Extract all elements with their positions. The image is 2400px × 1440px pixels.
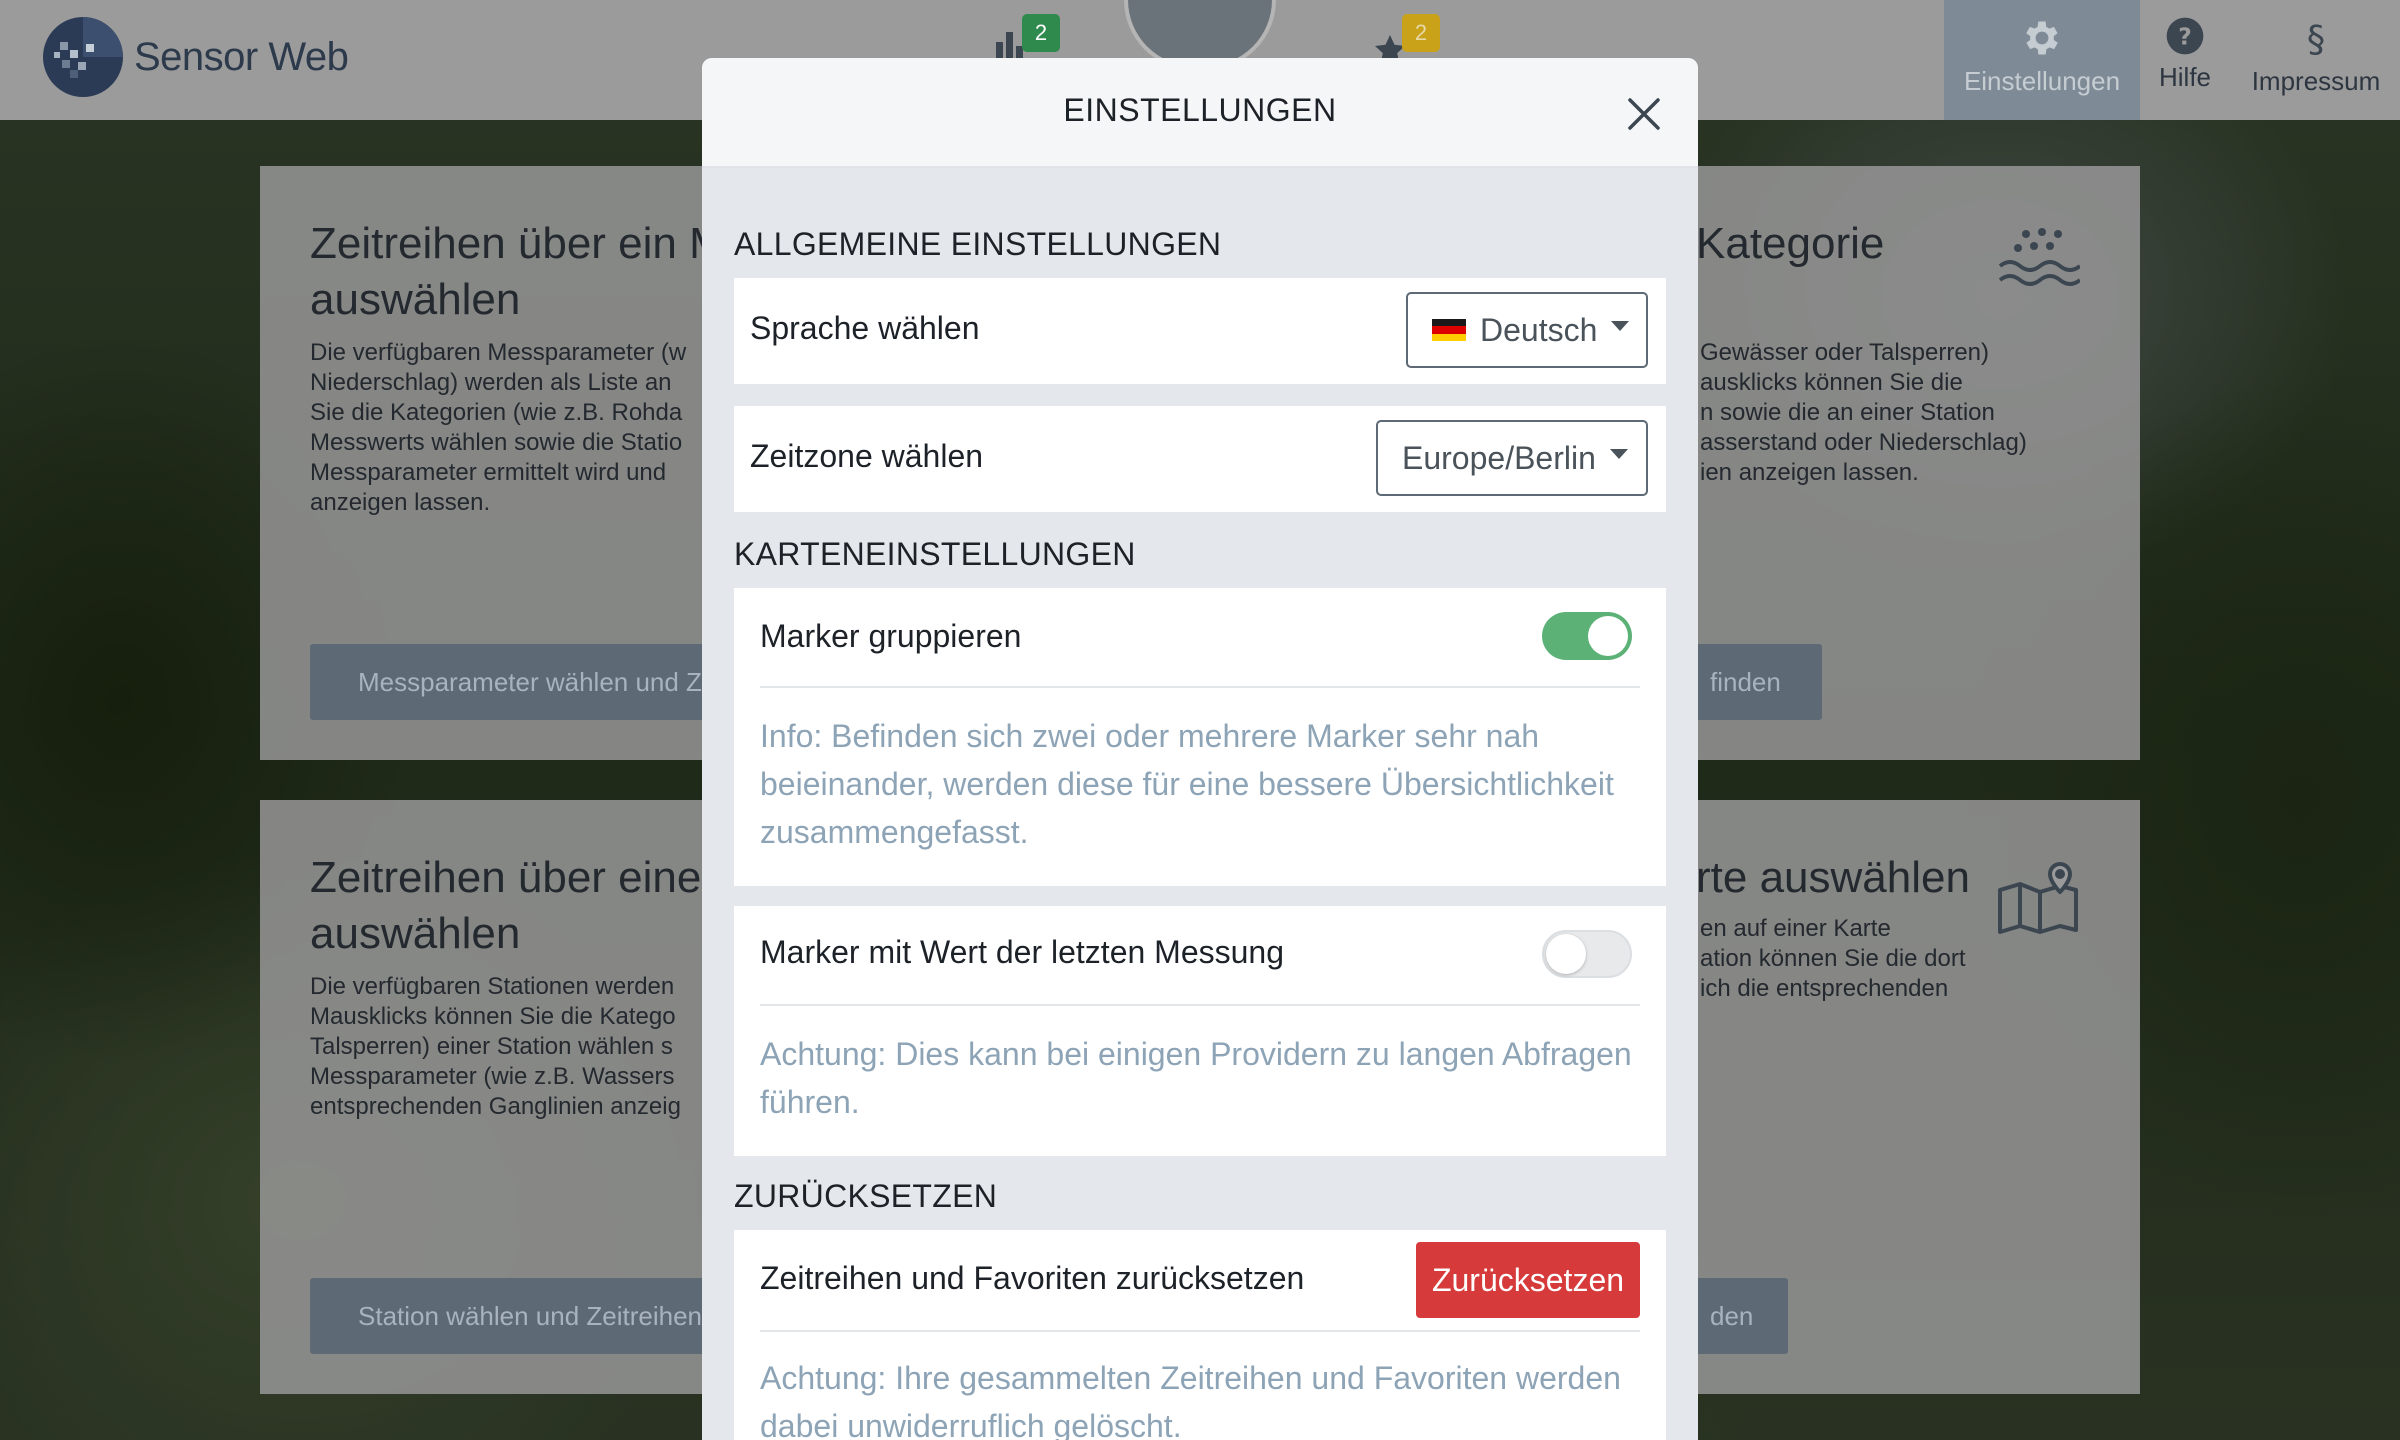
modal-header: EINSTELLUNGEN: [702, 58, 1698, 168]
card-description-right: en auf einer Karte ation können Sie die …: [1700, 915, 1966, 1002]
last-value-toggle[interactable]: [1542, 930, 1632, 978]
map-settings-title: KARTENEINSTELLUNGEN: [734, 536, 1136, 572]
chevron-down-icon: [1609, 449, 1628, 459]
language-label: Sprache wählen: [750, 310, 980, 346]
close-icon[interactable]: [1624, 94, 1664, 134]
nav-hilfe[interactable]: ? Hilfe: [2140, 0, 2230, 120]
timezone-select[interactable]: Europe/Berlin: [1376, 420, 1648, 496]
last-value-info: Achtung: Dies kann bei einigen Providern…: [760, 1036, 1632, 1120]
water-rain-icon: [1998, 228, 2080, 286]
group-markers-toggle[interactable]: [1542, 612, 1632, 660]
timezone-label: Zeitzone wählen: [750, 438, 984, 474]
paragraph-icon: §: [2307, 17, 2325, 60]
language-value: Deutsch: [1480, 311, 1598, 348]
map-marker-icon: [1998, 862, 2078, 934]
nav-impressum-label: Impressum: [2251, 66, 2381, 96]
chevron-down-icon: [1611, 321, 1630, 331]
reset-info: Achtung: Ihre gesammelten Zeitreihen und…: [760, 1360, 1621, 1440]
karte-button[interactable]: den: [1696, 1278, 1788, 1354]
nav-einstellungen[interactable]: Einstellungen: [1944, 0, 2140, 120]
card-title: Zeitreihen über eine auswählen: [310, 853, 702, 958]
app-name: Sensor Web: [134, 34, 349, 79]
card-description-right: Gewässer oder Talsperren) ausklicks könn…: [1700, 339, 2027, 486]
timezone-value: Europe/Berlin: [1402, 439, 1596, 476]
messparameter-button[interactable]: Messparameter wählen und Z: [310, 644, 710, 720]
nav-hilfe-label: Hilfe: [2158, 62, 2211, 92]
gear-icon: [2026, 21, 2058, 55]
nav-impressum[interactable]: § Impressum: [2238, 0, 2394, 120]
language-row: Sprache wählen Deutsch: [734, 278, 1666, 384]
last-value-panel: Marker mit Wert der letzten Messung Acht…: [734, 906, 1666, 1156]
reset-button[interactable]: Zurücksetzen: [1416, 1242, 1640, 1318]
kategorie-button[interactable]: finden: [1696, 644, 1822, 720]
timezone-row: Zeitzone wählen Europe/Berlin: [734, 406, 1666, 512]
svg-text:?: ?: [2178, 22, 2192, 50]
last-value-label: Marker mit Wert der letzten Messung: [760, 934, 1285, 970]
group-markers-panel: Marker gruppieren Info: Befinden sich zw…: [734, 588, 1666, 886]
divider: [760, 1330, 1640, 1332]
card-title-right: rte auswählen: [1696, 853, 1970, 902]
settings-modal: EINSTELLUNGEN ALLGEMEINE EINSTELLUNGEN S…: [702, 58, 1698, 1440]
reset-title: ZURÜCKSETZEN: [734, 1178, 998, 1214]
diagram-count-badge: 2: [1022, 14, 1060, 52]
general-settings-title: ALLGEMEINE EINSTELLUNGEN: [734, 226, 1222, 262]
language-select[interactable]: Deutsch: [1406, 292, 1648, 368]
sensor-web-logo-icon: [43, 17, 123, 97]
divider: [760, 686, 1640, 688]
group-markers-label: Marker gruppieren: [760, 618, 1022, 654]
favorites-count-badge: 2: [1402, 14, 1440, 52]
german-flag-icon: [1432, 319, 1466, 341]
divider: [760, 1004, 1640, 1006]
card-title: Zeitreihen über ein Mauswählen: [310, 219, 726, 324]
station-button[interactable]: Station wählen und Zeitreihen: [310, 1278, 710, 1354]
group-markers-info: Info: Befinden sich zwei oder mehrere Ma…: [760, 718, 1614, 850]
modal-title: EINSTELLUNGEN: [1063, 92, 1337, 128]
app-logo[interactable]: Sensor Web: [40, 14, 349, 100]
card-title-right: Kategorie: [1696, 219, 1885, 268]
svg-text:§: §: [2307, 17, 2325, 60]
card-description: Die verfügbaren Stationen werden Mauskli…: [310, 973, 681, 1120]
nav-einstellungen-label: Einstellungen: [1963, 66, 2121, 96]
reset-label: Zeitreihen und Favoriten zurücksetzen: [760, 1260, 1305, 1296]
reset-panel: Zeitreihen und Favoriten zurücksetzen Zu…: [734, 1230, 1666, 1440]
help-icon: ?: [2166, 17, 2204, 55]
card-description: Die verfügbaren Messparameter (w Nieders…: [310, 339, 687, 516]
